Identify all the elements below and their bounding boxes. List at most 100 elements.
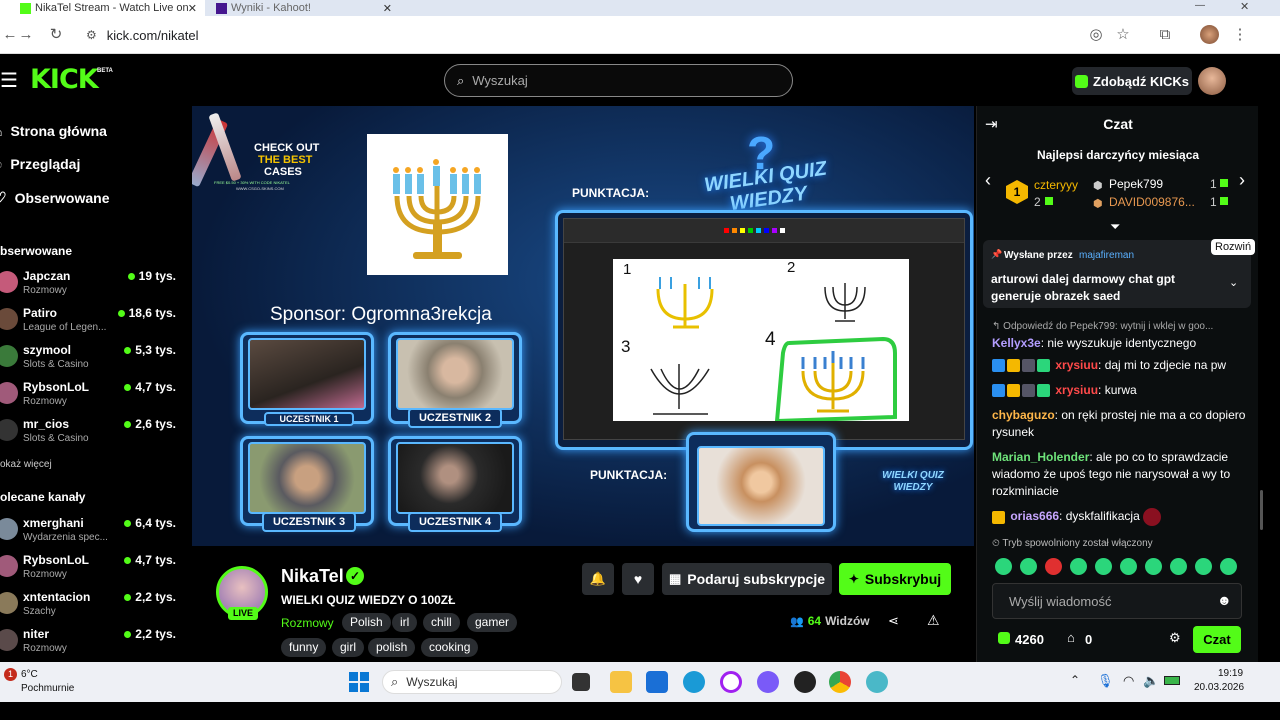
chat-send-button[interactable]: Czat (1193, 626, 1241, 653)
user-avatar[interactable] (1198, 67, 1226, 95)
chat-username[interactable]: xrysiuu (1055, 383, 1098, 397)
get-kicks-button[interactable]: Zdobądź KICKs (1072, 67, 1192, 95)
page-scrollbar[interactable] (1258, 54, 1280, 662)
tag-chip[interactable]: irl (392, 613, 418, 632)
clock-time[interactable]: 19:19 (1218, 668, 1243, 679)
hamburger-menu-icon[interactable]: ☰ (0, 68, 18, 93)
site-info-icon[interactable]: ⚙ (86, 28, 97, 42)
donor-name[interactable]: DAVID009876... (1109, 195, 1195, 209)
gift-subscription-button[interactable]: ▦ Podaruj subskrypcje (662, 563, 832, 595)
video-player[interactable]: CHECK OUT THE BEST CASES FREE $0.50 + 30… (192, 106, 974, 546)
close-tab-icon[interactable]: ✕ (188, 2, 197, 15)
chevron-down-icon[interactable]: ⌄ (1229, 276, 1238, 289)
subscribe-button[interactable]: ✦ Subskrybuj (839, 563, 951, 595)
chat-username[interactable]: Marian_Holender (992, 450, 1089, 464)
kick-logo[interactable]: KICK (30, 66, 99, 94)
recommended-channel-item[interactable]: niter Rozmowy 2,2 tys. (0, 625, 186, 659)
chat-username[interactable]: chybaguzo (992, 408, 1055, 422)
kicks-balance[interactable]: 4260 (1015, 632, 1044, 647)
emote-icon[interactable] (1020, 558, 1037, 575)
tag-chip[interactable]: Polish (342, 613, 391, 632)
notifications-button[interactable]: 🔔 (582, 563, 614, 595)
show-more-link[interactable]: okaż więcej (0, 459, 52, 470)
report-icon[interactable]: ⚠ (927, 612, 940, 629)
close-tab-icon[interactable]: ✕ (383, 2, 392, 15)
chat-username[interactable]: Kellyx3e (992, 336, 1041, 350)
obs-icon[interactable] (794, 671, 816, 693)
wifi-icon[interactable]: ◠ (1123, 673, 1134, 689)
search-input[interactable]: ⌕ Wyszukaj (444, 64, 793, 97)
tag-chip[interactable]: polish (368, 638, 416, 657)
taskbar-search[interactable]: ⌕ Wyszukaj (382, 670, 562, 694)
chat-settings-icon[interactable]: ⚙ (1169, 630, 1181, 646)
donor-name[interactable]: czteryyy (1034, 178, 1078, 192)
scrollbar-thumb[interactable] (1260, 490, 1263, 530)
address-bar[interactable]: ⚙ kick.com/nikatel (76, 22, 1136, 48)
emote-icon[interactable] (1195, 558, 1212, 575)
minimize-icon[interactable]: — (1195, 0, 1205, 11)
extensions-icon[interactable]: ⧉ (1155, 25, 1175, 45)
file-explorer-icon[interactable] (610, 671, 632, 693)
battery-icon[interactable] (1164, 676, 1180, 685)
emote-icon[interactable] (1045, 558, 1062, 575)
tag-chip[interactable]: chill (423, 613, 460, 632)
followed-channel-item[interactable]: Japczan Rozmowy 19 tys. (0, 267, 186, 301)
emote-icon[interactable] (1170, 558, 1187, 575)
recommended-channel-item[interactable]: xntentacion Szachy 2,2 tys. (0, 588, 186, 622)
browser-tab-active[interactable]: NikaTel Stream - Watch Live on ✕ (0, 0, 205, 16)
followed-channel-item[interactable]: RybsonLoL Rozmowy 4,7 tys. (0, 378, 186, 412)
microphone-icon[interactable]: 🎙 (1097, 673, 1114, 689)
donor-name[interactable]: Pepek799 (1109, 177, 1163, 191)
prev-arrow-icon[interactable]: ‹ (985, 170, 991, 191)
volume-icon[interactable]: 🔈 (1143, 673, 1159, 689)
emote-icon[interactable] (1220, 558, 1237, 575)
channel-name[interactable]: NikaTel (281, 566, 344, 587)
emote-icon[interactable] (1145, 558, 1162, 575)
discord-icon[interactable] (757, 671, 779, 693)
nav-browse[interactable]: ◌ Przeglądaj (0, 156, 80, 172)
browser-app-icon[interactable] (720, 671, 742, 693)
store-icon[interactable]: ⌂ (1067, 630, 1075, 645)
store-app-icon[interactable] (646, 671, 668, 693)
windows-start-icon[interactable] (349, 672, 369, 692)
chat-username[interactable]: orias666 (1010, 509, 1059, 523)
pinned-by-user[interactable]: majafireman (1079, 250, 1134, 261)
nav-following[interactable]: ♡ Obserwowane (0, 189, 109, 206)
tag-chip[interactable]: funny (281, 638, 327, 657)
task-view-icon[interactable] (572, 673, 590, 691)
follow-button[interactable]: ♥ (622, 563, 654, 595)
emote-icon[interactable] (1120, 558, 1137, 575)
tag-chip[interactable]: cooking (421, 638, 479, 657)
filter-icon[interactable]: ⏷ (1110, 219, 1120, 235)
close-window-icon[interactable]: ✕ (1240, 0, 1249, 13)
profile-avatar[interactable] (1200, 25, 1219, 44)
forward-icon[interactable]: → (16, 25, 36, 45)
category-link[interactable]: Rozmowy (281, 616, 334, 630)
next-arrow-icon[interactable]: › (1239, 170, 1245, 191)
clock-date[interactable]: 20.03.2026 (1194, 682, 1244, 693)
tag-chip[interactable]: girl (332, 638, 365, 657)
eye-off-icon[interactable]: ◎ (1086, 25, 1106, 45)
recommended-channel-item[interactable]: RybsonLoL Rozmowy 4,7 tys. (0, 551, 186, 585)
recommended-channel-item[interactable]: xmerghani Wydarzenia spec... 6,4 tys. (0, 514, 186, 548)
emote-icon[interactable] (1095, 558, 1112, 575)
chat-username[interactable]: xrysiuu (1055, 358, 1098, 372)
emote-icon[interactable] (995, 558, 1012, 575)
tag-chip[interactable]: gamer (467, 613, 518, 632)
chat-input[interactable]: Wyślij wiadomość ☻ (992, 583, 1242, 619)
reload-icon[interactable]: ↻ (46, 25, 66, 45)
nav-home[interactable]: ⌂ Strona główna (0, 123, 107, 139)
emote-icon[interactable] (1070, 558, 1087, 575)
followed-channel-item[interactable]: Patiro League of Legen... 18,6 tys. (0, 304, 186, 338)
weather-widget[interactable]: 1 6°C Pochmurnie (4, 666, 94, 698)
edge-icon[interactable] (683, 671, 705, 693)
browser-tab[interactable]: Wyniki - Kahoot! ✕ (210, 0, 400, 16)
tray-chevron-icon[interactable]: ⌃ (1070, 673, 1080, 687)
app-icon[interactable] (866, 671, 888, 693)
followed-channel-item[interactable]: mr_cios Slots & Casino 2,6 tys. (0, 415, 186, 449)
followed-channel-item[interactable]: szymool Slots & Casino 5,3 tys. (0, 341, 186, 375)
chrome-icon[interactable] (829, 671, 851, 693)
emoji-picker-icon[interactable]: ☻ (1217, 592, 1232, 608)
share-icon[interactable]: ⋖ (888, 613, 899, 629)
menu-dots-icon[interactable]: ⋮ (1230, 25, 1250, 45)
